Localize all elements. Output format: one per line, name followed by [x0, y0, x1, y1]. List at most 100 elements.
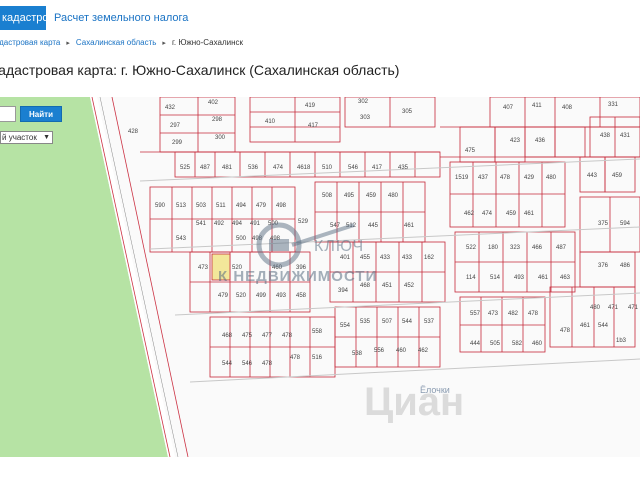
svg-text:498: 498 [252, 236, 263, 242]
svg-text:544: 544 [402, 319, 413, 325]
parcel-numbers: 432 402 297 298 299 300 410 419 417 302 303 305 4… [128, 99, 639, 367]
search-input[interactable] [0, 106, 16, 122]
svg-text:462: 462 [418, 348, 429, 354]
breadcrumb-item-city: г. Южно-Сахалинск [171, 38, 244, 47]
svg-text:428: 428 [128, 129, 139, 135]
svg-text:462: 462 [464, 211, 475, 217]
svg-text:590: 590 [155, 203, 166, 209]
svg-text:461: 461 [538, 275, 549, 281]
svg-text:480: 480 [546, 175, 557, 181]
breadcrumb-separator-icon: ▸ [66, 40, 70, 47]
svg-text:466: 466 [532, 245, 543, 251]
cian-watermark: Циан [364, 380, 465, 424]
svg-text:498: 498 [270, 236, 281, 242]
svg-text:516: 516 [312, 355, 323, 361]
svg-text:323: 323 [510, 245, 521, 251]
svg-text:436: 436 [535, 138, 546, 144]
svg-text:407: 407 [503, 105, 514, 111]
svg-text:471: 471 [608, 305, 619, 311]
svg-text:477: 477 [262, 333, 273, 339]
svg-text:475: 475 [465, 148, 476, 154]
tab-cadastral-map[interactable]: кадастровая карта [0, 6, 46, 30]
breadcrumb: Кадастровая карта ▸ Сахалинская область ▸ г.… [0, 38, 243, 52]
svg-text:546: 546 [242, 361, 253, 367]
svg-text:478: 478 [500, 175, 511, 181]
svg-text:451: 451 [382, 283, 393, 289]
svg-text:473: 473 [488, 311, 499, 317]
svg-text:300: 300 [215, 135, 226, 141]
svg-text:498: 498 [276, 203, 287, 209]
svg-text:375: 375 [598, 221, 609, 227]
svg-text:543: 543 [176, 236, 187, 242]
breadcrumb-item-region[interactable]: Сахалинская область [76, 38, 157, 47]
svg-text:480: 480 [590, 305, 601, 311]
svg-text:445: 445 [368, 223, 379, 229]
tab-land-tax[interactable]: Расчет земельного налога [54, 12, 188, 24]
svg-text:494: 494 [236, 203, 247, 209]
forest-area [0, 97, 168, 457]
svg-text:556: 556 [374, 348, 385, 354]
top-navigation: кадастровая карта Расчет земельного нало… [0, 0, 640, 36]
svg-text:557: 557 [470, 311, 481, 317]
svg-text:544: 544 [222, 361, 233, 367]
svg-text:114: 114 [466, 275, 476, 281]
svg-text:402: 402 [208, 100, 219, 106]
svg-text:529: 529 [298, 219, 309, 225]
svg-text:495: 495 [344, 193, 355, 199]
svg-text:297: 297 [170, 123, 181, 129]
svg-text:459: 459 [506, 211, 517, 217]
svg-text:511: 511 [216, 203, 226, 209]
svg-text:522: 522 [466, 245, 477, 251]
object-type-select[interactable]: й участок ▼ [0, 131, 53, 144]
svg-text:510: 510 [322, 165, 333, 171]
svg-text:394: 394 [338, 288, 349, 294]
svg-text:1519: 1519 [455, 175, 469, 181]
svg-text:541: 541 [196, 221, 207, 227]
svg-text:486: 486 [620, 263, 631, 269]
svg-text:408: 408 [562, 105, 573, 111]
svg-text:538: 538 [352, 351, 363, 357]
svg-text:491: 491 [250, 221, 261, 227]
svg-text:499: 499 [256, 293, 267, 299]
watermark-text: К НЕДВИЖИМОСТИ [218, 268, 378, 285]
svg-text:482: 482 [508, 311, 519, 317]
svg-text:458: 458 [296, 293, 307, 299]
svg-text:514: 514 [490, 275, 501, 281]
svg-text:500: 500 [268, 221, 279, 227]
svg-text:417: 417 [308, 123, 319, 129]
svg-text:461: 461 [580, 323, 591, 329]
svg-text:478: 478 [290, 355, 301, 361]
svg-text:411: 411 [532, 103, 542, 109]
search-button[interactable]: Найти [20, 106, 62, 122]
watermark-text: КЛЮЧ [314, 238, 365, 255]
page-title: Кадастровая карта: г. Южно-Сахалинск (Са… [0, 62, 400, 78]
svg-text:479: 479 [218, 293, 229, 299]
svg-text:437: 437 [478, 175, 489, 181]
svg-text:537: 537 [424, 319, 435, 325]
svg-text:433: 433 [380, 255, 391, 261]
svg-text:536: 536 [248, 165, 259, 171]
svg-text:460: 460 [532, 341, 543, 347]
svg-text:162: 162 [424, 255, 435, 261]
svg-text:180: 180 [488, 245, 499, 251]
svg-text:1b3: 1b3 [616, 338, 627, 344]
svg-text:478: 478 [560, 328, 571, 334]
breadcrumb-item-cadastral-map[interactable]: Кадастровая карта [0, 38, 60, 47]
svg-text:487: 487 [200, 165, 211, 171]
svg-text:468: 468 [222, 333, 233, 339]
svg-text:554: 554 [340, 323, 351, 329]
svg-text:544: 544 [598, 323, 609, 329]
chevron-down-icon: ▼ [43, 134, 50, 141]
svg-text:459: 459 [612, 173, 623, 179]
svg-text:302: 302 [358, 99, 369, 105]
object-type-select-value: й участок [2, 133, 37, 142]
svg-text:505: 505 [490, 341, 501, 347]
svg-text:493: 493 [276, 293, 287, 299]
svg-text:478: 478 [262, 361, 273, 367]
svg-text:513: 513 [176, 203, 187, 209]
svg-text:305: 305 [402, 109, 413, 115]
svg-text:410: 410 [265, 119, 276, 125]
svg-text:461: 461 [524, 211, 535, 217]
svg-text:494: 494 [232, 221, 243, 227]
svg-text:431: 431 [620, 133, 631, 139]
